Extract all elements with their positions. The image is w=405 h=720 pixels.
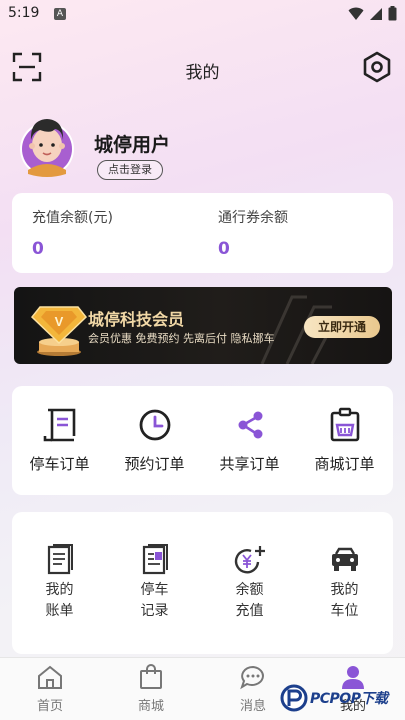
voucher-balance-label: 通行券余额 <box>218 210 288 226</box>
parking-orders-label: 停车订单 <box>29 455 90 473</box>
voucher-balance-value[interactable]: 0 <box>218 239 230 259</box>
status-bar: 5:19 A <box>0 0 405 28</box>
balance-card: 充值余额(元) 0 通行券余额 0 <box>12 193 393 273</box>
tab-mall-label: 商城 <box>137 699 164 714</box>
wifi-icon <box>348 7 364 20</box>
orders-card: 停车订单 预约订单 共享订单 商城订单 <box>12 386 393 495</box>
battery-icon <box>388 6 397 21</box>
chat-bubble-icon <box>240 665 264 690</box>
parking-orders-item[interactable]: 停车订单 <box>12 406 107 475</box>
shared-orders-item[interactable]: 共享订单 <box>202 406 297 475</box>
scroll-document-icon <box>43 408 75 442</box>
profile-section: 城停用户 点击登录 <box>18 112 318 182</box>
balance-recharge-label: 余额充值 <box>235 582 264 619</box>
tab-home-label: 首页 <box>36 699 63 714</box>
share-icon <box>238 411 262 439</box>
membership-banner[interactable]: V 城停科技会员 会员优惠 免费预约 先离后付 隐私挪车 立即开通 <box>14 287 392 364</box>
reservation-orders-label: 预约订单 <box>124 455 185 473</box>
car-icon <box>331 547 358 571</box>
my-bills-item[interactable]: 我的账单 <box>12 544 107 622</box>
watermark: PCPOP下载 <box>280 682 405 720</box>
shopping-basket-icon <box>330 407 359 442</box>
membership-subtitle: 会员优惠 免费预约 先离后付 隐私挪车 <box>88 332 275 345</box>
signal-icon <box>370 7 382 20</box>
svg-text:V: V <box>55 314 64 329</box>
vip-badge-icon: V <box>30 306 88 356</box>
avatar[interactable] <box>18 112 76 178</box>
bill-icon <box>47 544 73 575</box>
parking-records-label: 停车记录 <box>140 582 169 619</box>
shopping-bag-icon <box>140 664 162 689</box>
services-card: 我的账单 停车记录 余额充值 我的车位 <box>12 512 393 654</box>
mall-orders-label: 商城订单 <box>314 455 375 473</box>
balance-recharge-item[interactable]: 余额充值 <box>202 544 297 622</box>
tab-mall[interactable]: 商城 <box>111 664 191 714</box>
watermark-text: PCPOP下载 <box>310 691 388 707</box>
top-bar: 我的 <box>0 46 405 90</box>
parking-record-icon <box>142 544 168 575</box>
login-button[interactable]: 点击登录 <box>97 160 163 180</box>
mall-orders-item[interactable]: 商城订单 <box>297 406 392 475</box>
home-icon <box>38 665 62 689</box>
page-title: 我的 <box>185 63 220 83</box>
recharge-balance-value[interactable]: 0 <box>32 239 44 259</box>
join-membership-button[interactable]: 立即开通 <box>303 316 380 338</box>
shared-orders-label: 共享订单 <box>219 455 280 473</box>
notification-icon: A <box>54 8 66 20</box>
username: 城停用户 <box>94 134 171 156</box>
tab-home[interactable]: 首页 <box>10 664 90 714</box>
status-icons <box>348 6 397 21</box>
recharge-balance-label: 充值余额(元) <box>32 210 113 226</box>
yuan-recharge-icon <box>234 546 265 574</box>
reservation-orders-item[interactable]: 预约订单 <box>107 406 202 475</box>
clock-icon <box>139 409 170 441</box>
my-parking-space-label: 我的车位 <box>330 582 359 619</box>
membership-title: 城停科技会员 <box>88 310 185 329</box>
pcpop-logo-icon <box>280 684 308 712</box>
status-time: 5:19 <box>8 5 40 21</box>
my-bills-label: 我的账单 <box>45 582 74 619</box>
my-parking-space-item[interactable]: 我的车位 <box>297 544 392 622</box>
parking-records-item[interactable]: 停车记录 <box>107 544 202 622</box>
settings-icon[interactable] <box>361 51 393 83</box>
